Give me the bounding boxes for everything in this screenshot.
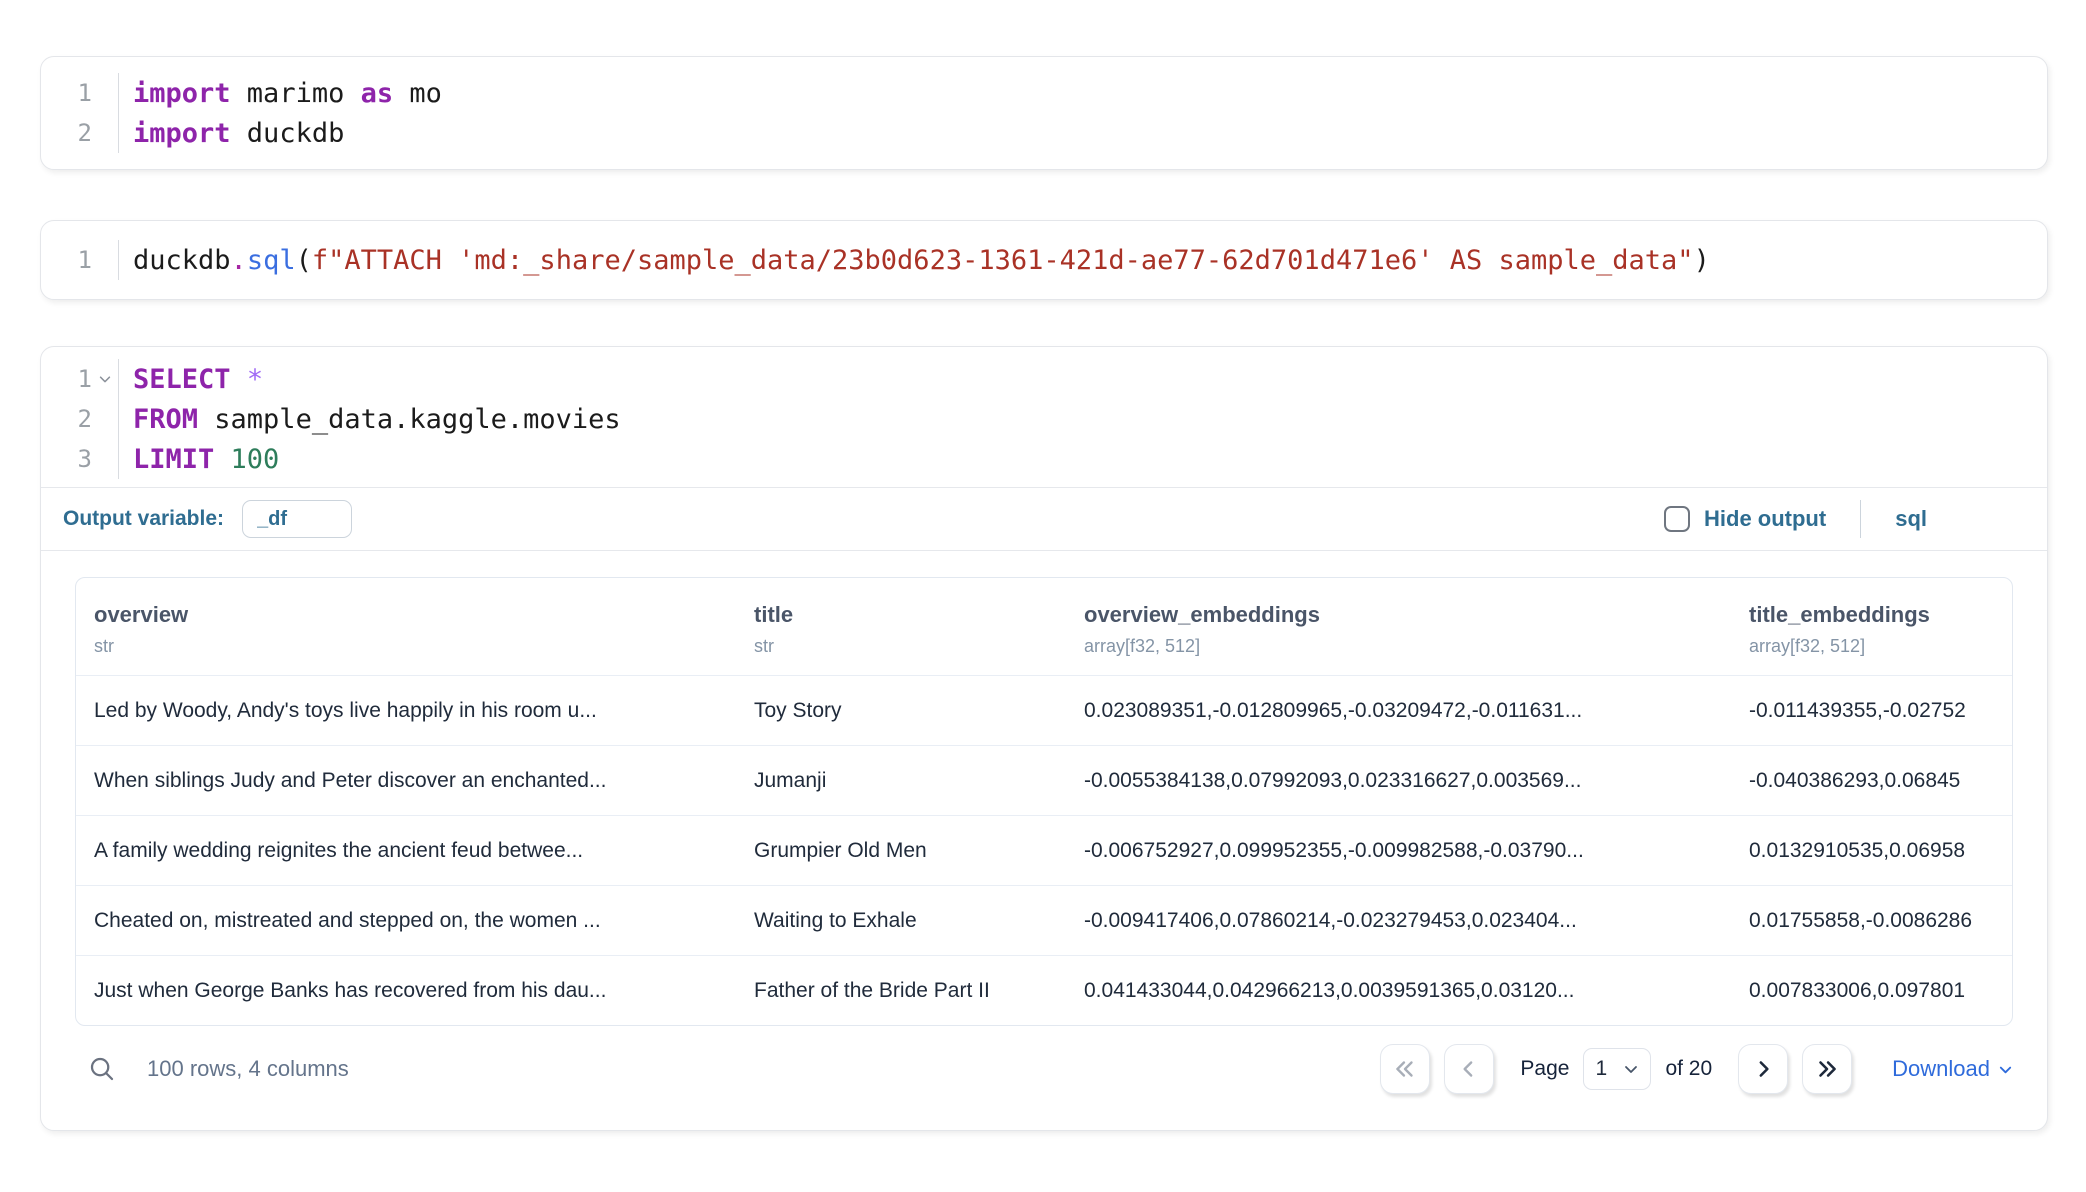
sql-code-editor: 1 SELECT * 2 FROM sample_data.kaggle.mov… [41, 347, 2047, 487]
table-row: Led by Woody, Andy's toys live happily i… [76, 675, 2012, 745]
column-header-overview-embeddings[interactable]: overview_embeddings array[f32, 512] [1068, 578, 1733, 675]
divider [1860, 500, 1861, 538]
cell-title: Grumpier Old Men [738, 816, 1068, 885]
table-header-row: overview str title str overview_embeddin… [76, 578, 2012, 675]
line-number: 2 [78, 119, 92, 147]
row-count-summary: 100 rows, 4 columns [147, 1056, 349, 1082]
column-header-title[interactable]: title str [738, 578, 1068, 675]
column-header-title-embeddings[interactable]: title_embeddings array[f32, 512] [1733, 578, 2012, 675]
cell-overview: When siblings Judy and Peter discover an… [76, 746, 738, 815]
cell-title: Father of the Bride Part II [738, 956, 1068, 1025]
table-row: A family wedding reignites the ancient f… [76, 815, 2012, 885]
line-gutter: 2 [41, 399, 119, 439]
next-page-button[interactable] [1738, 1044, 1788, 1094]
fold-toggle[interactable] [92, 359, 118, 399]
code-text[interactable]: import duckdb [119, 118, 344, 149]
download-button[interactable]: Download [1892, 1056, 2013, 1082]
language-badge[interactable]: sql [1895, 506, 1927, 532]
code-line: 2 FROM sample_data.kaggle.movies [41, 399, 2047, 439]
page-label: Page [1520, 1057, 1569, 1081]
cell-title: Toy Story [738, 676, 1068, 745]
cell-title-embeddings: 0.01755858,-0.0086286 [1733, 886, 2012, 955]
sql-cell: 1 SELECT * 2 FROM sample_data.kaggle.mov… [40, 346, 2048, 1131]
cell-overview-embeddings: -0.0055384138,0.07992093,0.023316627,0.0… [1068, 746, 1733, 815]
code-cell-imports: 1 import marimo as mo 2 import duckdb [40, 56, 2048, 170]
line-gutter: 1 [41, 73, 119, 113]
cell-overview: Cheated on, mistreated and stepped on, t… [76, 886, 738, 955]
chevrons-right-icon [1814, 1056, 1840, 1082]
column-header-overview[interactable]: overview str [76, 578, 738, 675]
first-page-button[interactable] [1380, 1044, 1430, 1094]
table-row: When siblings Judy and Peter discover an… [76, 745, 2012, 815]
search-button[interactable] [87, 1054, 117, 1084]
page-total-label: of 20 [1665, 1057, 1712, 1081]
code-line: 1 SELECT * [41, 359, 2047, 399]
code-line: 2 import duckdb [41, 113, 2047, 153]
line-number: 1 [78, 365, 92, 393]
line-gutter: 1 [41, 359, 119, 399]
line-number: 2 [78, 405, 92, 433]
table-row: Cheated on, mistreated and stepped on, t… [76, 885, 2012, 955]
code-line: 1 import marimo as mo [41, 73, 2047, 113]
code-text[interactable]: duckdb.sql(f"ATTACH 'md:_share/sample_da… [119, 245, 1710, 276]
cell-title-embeddings: 0.0132910535,0.06958 [1733, 816, 2012, 885]
code-text[interactable]: import marimo as mo [119, 78, 442, 109]
cell-overview: Just when George Banks has recovered fro… [76, 956, 738, 1025]
code-line: 1 duckdb.sql(f"ATTACH 'md:_share/sample_… [41, 240, 2047, 280]
dataframe-table: overview str title str overview_embeddin… [75, 577, 2013, 1026]
download-label: Download [1892, 1056, 1990, 1082]
cell-title-embeddings: -0.040386293,0.06845 [1733, 746, 2012, 815]
cell-overview-embeddings: 0.041433044,0.042966213,0.0039591365,0.0… [1068, 956, 1733, 1025]
chevron-right-icon [1750, 1056, 1776, 1082]
cell-overview-embeddings: 0.023089351,-0.012809965,-0.03209472,-0.… [1068, 676, 1733, 745]
cell-title: Waiting to Exhale [738, 886, 1068, 955]
code-text[interactable]: LIMIT 100 [119, 444, 279, 475]
line-gutter: 2 [41, 113, 119, 153]
code-text[interactable]: SELECT * [119, 364, 263, 395]
cell-title-embeddings: -0.011439355,-0.02752 [1733, 676, 2012, 745]
code-text[interactable]: FROM sample_data.kaggle.movies [119, 404, 621, 435]
chevron-down-icon [1998, 1062, 2013, 1077]
cell-overview: Led by Woody, Andy's toys live happily i… [76, 676, 738, 745]
code-cell-attach: 1 duckdb.sql(f"ATTACH 'md:_share/sample_… [40, 220, 2048, 300]
output-variable-input[interactable] [242, 500, 352, 538]
cell-title: Jumanji [738, 746, 1068, 815]
chevron-left-icon [1456, 1056, 1482, 1082]
search-icon [87, 1054, 117, 1084]
last-page-button[interactable] [1802, 1044, 1852, 1094]
previous-page-button[interactable] [1444, 1044, 1494, 1094]
chevron-down-icon [1623, 1061, 1639, 1077]
line-number: 3 [78, 445, 92, 473]
chevrons-left-icon [1392, 1056, 1418, 1082]
table-footer: 100 rows, 4 columns [75, 1036, 2013, 1102]
chevron-down-icon [98, 372, 112, 386]
line-gutter: 3 [41, 439, 119, 479]
line-number: 1 [78, 79, 92, 107]
cell-overview-embeddings: -0.009417406,0.07860214,-0.023279453,0.0… [1068, 886, 1733, 955]
cell-output: overview str title str overview_embeddin… [41, 551, 2047, 1102]
line-number: 1 [78, 246, 92, 274]
page-number-value: 1 [1595, 1057, 1607, 1081]
table-row: Just when George Banks has recovered fro… [76, 955, 2012, 1025]
hide-output-label[interactable]: Hide output [1704, 506, 1826, 532]
line-gutter: 1 [41, 240, 119, 280]
cell-title-embeddings: 0.007833006,0.097801 [1733, 956, 2012, 1025]
page-number-select[interactable]: 1 [1583, 1048, 1651, 1090]
output-variable-label: Output variable: [63, 507, 224, 531]
sql-options-row: Output variable: Hide output sql [41, 488, 2047, 550]
cell-overview-embeddings: -0.006752927,0.099952355,-0.009982588,-0… [1068, 816, 1733, 885]
cell-overview: A family wedding reignites the ancient f… [76, 816, 738, 885]
code-line: 3 LIMIT 100 [41, 439, 2047, 479]
hide-output-checkbox[interactable] [1664, 506, 1690, 532]
